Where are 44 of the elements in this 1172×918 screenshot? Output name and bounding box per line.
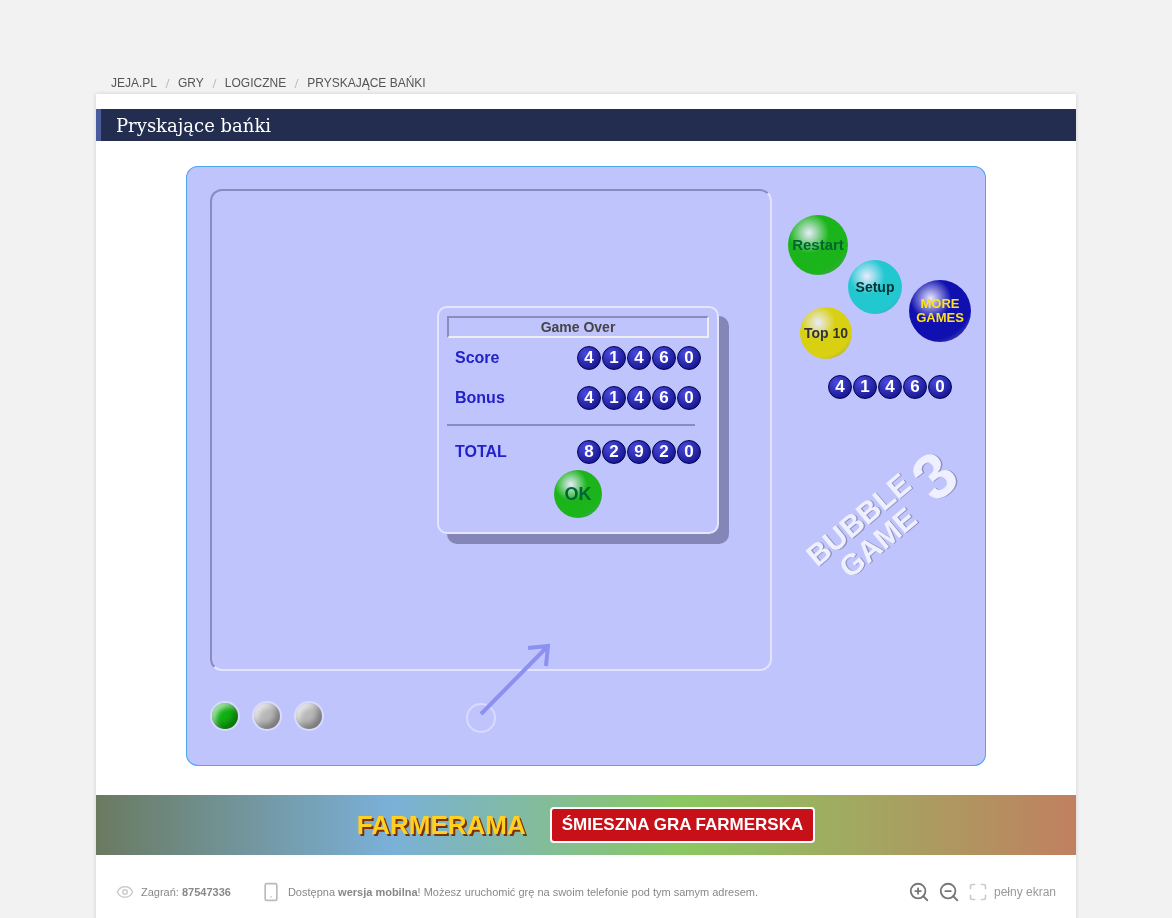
brand-logo: FARMERAMA <box>356 809 526 841</box>
score-label: Score <box>455 349 500 367</box>
score-digit: 4 <box>627 346 651 370</box>
bubble-button[interactable]: MORE GAMES <box>909 280 971 342</box>
play-count: Zagrań: 87547336 <box>141 886 231 898</box>
eye-icon <box>116 883 134 901</box>
score-digit: 6 <box>903 375 927 399</box>
mobile-note: Dostępna wersja mobilna! Możesz uruchomić grę na swoim telefonie pod tym samym adresem. <box>287 886 759 898</box>
ad-slogan: ŚMIESZNA GRA FARMERSKA <box>549 807 816 843</box>
score-digit: 2 <box>652 440 676 464</box>
score-digit: 2 <box>602 440 626 464</box>
score-digit: 0 <box>928 375 952 399</box>
score-digit: 6 <box>652 346 676 370</box>
score-digit: 4 <box>828 375 852 399</box>
score-digit: 1 <box>602 346 626 370</box>
separator-icon <box>211 78 217 88</box>
score-digit: 0 <box>677 386 701 410</box>
score-digit: 1 <box>853 375 877 399</box>
page-title: Pryskające bańki <box>96 109 1076 141</box>
score-label: TOTAL <box>455 443 507 461</box>
breadcrumb-link[interactable]: GRY <box>178 76 204 90</box>
score-digit: 6 <box>652 386 676 410</box>
score-digit: 4 <box>878 375 902 399</box>
zoom-in-icon[interactable] <box>907 881 930 903</box>
breadcrumb-link[interactable]: LOGICZNE <box>224 76 287 90</box>
score-digit: 0 <box>677 346 701 370</box>
score-digit: 1 <box>602 386 626 410</box>
score-digit: 8 <box>577 440 601 464</box>
score-digit: 0 <box>677 440 701 464</box>
score-digit: 4 <box>627 386 651 410</box>
breadcrumb-link[interactable]: PRYSKAJĄCE BAŃKI <box>307 76 426 90</box>
score-digit: 9 <box>627 440 651 464</box>
score-label: Bonus <box>455 389 505 407</box>
score-digit: 4 <box>577 386 601 410</box>
separator-icon <box>294 78 300 88</box>
zoom-out-icon[interactable] <box>937 881 960 903</box>
bubble-button[interactable]: Top 10 <box>800 307 852 359</box>
separator-icon <box>165 78 171 88</box>
aim-arrow-icon <box>466 642 552 734</box>
breadcrumb-link[interactable]: JEJA.PL <box>111 76 158 90</box>
bubble-button[interactable]: Setup <box>848 260 902 314</box>
score-digit: 4 <box>577 346 601 370</box>
ad-banner[interactable]: FARMERAMA ŚMIESZNA GRA FARMERSKA <box>96 795 1076 855</box>
dialog-title: Game Over <box>447 316 709 338</box>
